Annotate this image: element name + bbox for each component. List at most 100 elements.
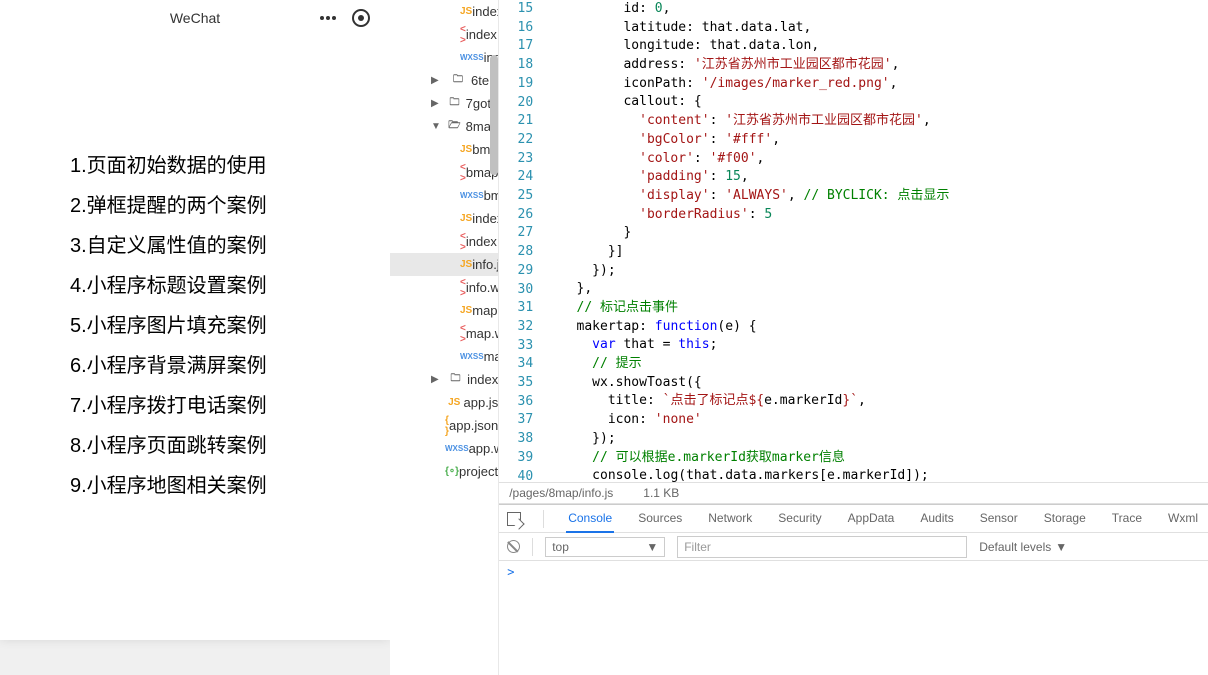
inspect-icon[interactable] [507,512,521,526]
devtools-tab-security[interactable]: Security [776,505,823,532]
tree-item-label: index.js [472,4,499,19]
code-line[interactable]: }, [545,280,1208,299]
close-miniprogram-icon[interactable] [352,9,370,27]
code-line[interactable]: }] [545,243,1208,262]
line-number: 17 [499,37,533,56]
devtools-tab-network[interactable]: Network [706,505,754,532]
file-explorer[interactable]: JSindex.js< >index.wxmlWXSSindex.wxss▶🗀6… [390,0,499,675]
tree-item-label: map.js [472,303,499,318]
tree-item[interactable]: WXSSapp.wxss [390,437,498,460]
context-selector[interactable]: top ▼ [545,537,665,557]
tree-item-label: map.wxss [484,349,500,364]
tree-item-label: 6tel [471,73,492,88]
devtools-tab-storage[interactable]: Storage [1042,505,1088,532]
line-number: 23 [499,150,533,169]
list-item[interactable]: 1.页面初始数据的使用 [70,146,320,186]
tree-item[interactable]: WXSSindex.wxss [390,46,498,69]
list-item[interactable]: 6.小程序背景满屏案例 [70,346,320,386]
list-item[interactable]: 3.自定义属性值的案例 [70,226,320,266]
list-item[interactable]: 4.小程序标题设置案例 [70,266,320,306]
code-line[interactable]: iconPath: '/images/marker_red.png', [545,75,1208,94]
code-line[interactable]: }); [545,430,1208,449]
line-number: 26 [499,206,533,225]
line-number: 31 [499,299,533,318]
line-number: 40 [499,468,533,482]
more-icon[interactable] [320,16,338,20]
list-item[interactable]: 2.弹框提醒的两个案例 [70,186,320,226]
code-line[interactable]: // 可以根据e.markerId获取marker信息 [545,449,1208,468]
code-editor[interactable]: 1516171819202122232425262728293031323334… [499,0,1208,482]
code-line[interactable]: // 标记点击事件 [545,299,1208,318]
tree-item[interactable]: ▼🗁8map [390,115,498,138]
tree-item[interactable]: ▶🗀index [390,368,498,391]
simulator-window: WeChat 1.页面初始数据的使用2.弹框提醒的两个案例3.自定义属性值的案例… [0,0,390,640]
tree-item[interactable]: ▶🗀6tel [390,69,498,92]
console-toolbar: top ▼ Filter Default levels ▼ [499,533,1208,561]
code-line[interactable]: 'padding': 15, [545,168,1208,187]
list-item[interactable]: 8.小程序页面跳转案例 [70,426,320,466]
code-line[interactable]: id: 0, [545,0,1208,19]
code-line[interactable]: title: `点击了标记点${e.markerId}`, [545,392,1208,411]
code-line[interactable]: 'borderRadius': 5 [545,206,1208,225]
log-levels-selector[interactable]: Default levels ▼ [979,540,1067,554]
simulator-content[interactable]: 1.页面初始数据的使用2.弹框提醒的两个案例3.自定义属性值的案例4.小程序标题… [0,36,390,506]
devtools-tab-trace[interactable]: Trace [1110,505,1144,532]
tree-item-label: index.wxml [466,234,499,249]
simulator-pane: WeChat 1.页面初始数据的使用2.弹框提醒的两个案例3.自定义属性值的案例… [0,0,390,675]
tree-item-label: index [467,372,498,387]
filter-input[interactable]: Filter [677,536,967,558]
tree-item-label: index.wxml [466,27,499,42]
code-line[interactable]: 'color': '#f00', [545,150,1208,169]
tree-item[interactable]: WXSSmap.wxss [390,345,498,368]
tree-item[interactable]: JSapp.js [390,391,498,414]
tree-item[interactable]: JSindex.js [390,0,498,23]
dropdown-icon: ▼ [1055,540,1067,554]
tree-item[interactable]: JSindex.js [390,207,498,230]
tree-item[interactable]: < >index.wxml [390,23,498,46]
tree-item[interactable]: JSinfo.js [390,253,498,276]
tree-item[interactable]: < >index.wxml [390,230,498,253]
tree-item[interactable]: WXSSbmap.wxss [390,184,498,207]
code-line[interactable]: wx.showToast({ [545,374,1208,393]
code-content[interactable]: id: 0, latitude: that.data.lat, longitud… [545,0,1208,482]
line-number: 29 [499,262,533,281]
tree-item[interactable]: < >bmap.wxml [390,161,498,184]
console-output[interactable]: > [499,561,1208,675]
tree-item[interactable]: ▶🗀7goto [390,92,498,115]
tree-item[interactable]: < >map.wxml [390,322,498,345]
code-line[interactable]: } [545,224,1208,243]
tree-item[interactable]: JSmap.js [390,299,498,322]
tree-item[interactable]: JSbmap.js [390,138,498,161]
context-value: top [552,540,569,554]
tree-item[interactable]: < >info.wxml [390,276,498,299]
code-line[interactable]: address: '江苏省苏州市工业园区都市花园', [545,56,1208,75]
code-line[interactable]: longitude: that.data.lon, [545,37,1208,56]
tree-item[interactable]: {∘}project.config.json [390,460,498,483]
devtools-tab-console[interactable]: Console [566,505,614,533]
tree-item[interactable]: { }app.json [390,414,498,437]
code-line[interactable]: }); [545,262,1208,281]
list-item[interactable]: 9.小程序地图相关案例 [70,466,320,506]
code-line[interactable]: console.log(that.data.markers[e.markerId… [545,467,1208,482]
code-line[interactable]: makertap: function(e) { [545,318,1208,337]
code-line[interactable]: callout: { [545,93,1208,112]
list-item[interactable]: 5.小程序图片填充案例 [70,306,320,346]
code-line[interactable]: 'content': '江苏省苏州市工业园区都市花园', [545,112,1208,131]
code-line[interactable]: 'display': 'ALWAYS', // BYCLICK: 点击显示 [545,187,1208,206]
devtools-tab-appdata[interactable]: AppData [846,505,897,532]
devtools-tab-sources[interactable]: Sources [636,505,684,532]
scrollbar-thumb[interactable] [490,55,498,175]
devtools-tab-wxml[interactable]: Wxml [1166,505,1200,532]
devtools-tab-sensor[interactable]: Sensor [978,505,1020,532]
devtools-tab-audits[interactable]: Audits [918,505,955,532]
list-item[interactable]: 7.小程序拨打电话案例 [70,386,320,426]
line-number: 39 [499,449,533,468]
clear-console-icon[interactable] [507,540,520,553]
code-line[interactable]: // 提示 [545,355,1208,374]
tree-item-label: info.wxml [466,280,499,295]
code-line[interactable]: var that = this; [545,336,1208,355]
code-line[interactable]: 'bgColor': '#fff', [545,131,1208,150]
code-line[interactable]: latitude: that.data.lat, [545,19,1208,38]
devtools-tabs: Console Sources Network Security AppData Audi… [499,505,1208,533]
code-line[interactable]: icon: 'none' [545,411,1208,430]
